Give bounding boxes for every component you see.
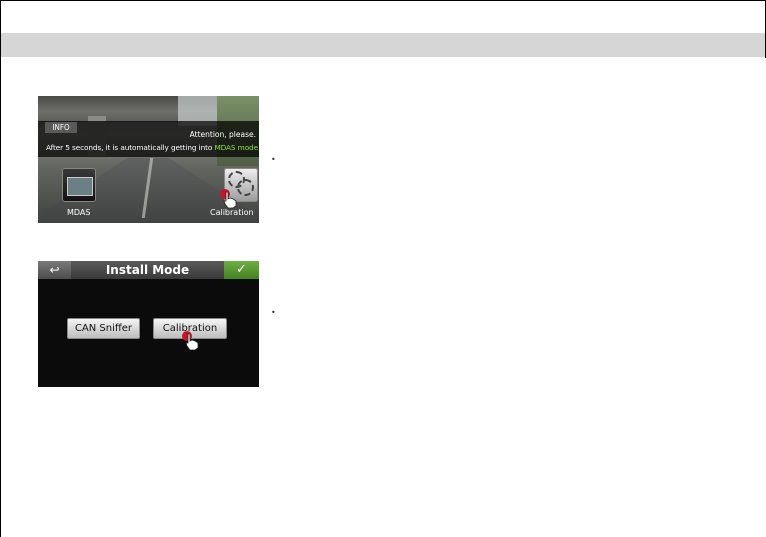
gear-icon [237, 179, 254, 196]
mdas-icon[interactable] [62, 168, 96, 202]
driving-screen: INFO Attention, please. After 5 seconds,… [38, 96, 259, 223]
page-left-rule [0, 0, 1, 537]
mdas-screen-graphic [67, 177, 93, 196]
info-tab: INFO [45, 122, 77, 133]
screen-title: Install Mode [105, 263, 190, 277]
tap-hand-icon [182, 331, 199, 351]
back-arrow-icon[interactable]: ↩ [38, 261, 71, 279]
mdas-mode-highlight: MDAS mode. [214, 143, 259, 152]
bullet-point: • [271, 155, 276, 164]
calibration-label: Calibration [210, 208, 254, 217]
tap-hand-icon [220, 189, 237, 209]
attention-text: Attention, please. [189, 130, 256, 139]
check-icon[interactable]: ✓ [224, 261, 259, 279]
auto-mdas-message: After 5 seconds, it is automatically get… [46, 143, 259, 152]
install-mode-screen: ↩ Install Mode ✓ CAN Sniffer Calibration [38, 261, 259, 387]
mdas-label: MDAS [67, 208, 91, 217]
message-text: After 5 seconds, it is automatically get… [46, 143, 213, 152]
bullet-point: • [271, 308, 276, 317]
page-top-rule [0, 0, 765, 1]
can-sniffer-button[interactable]: CAN Sniffer [67, 318, 140, 339]
section-header-band [1, 33, 765, 57]
